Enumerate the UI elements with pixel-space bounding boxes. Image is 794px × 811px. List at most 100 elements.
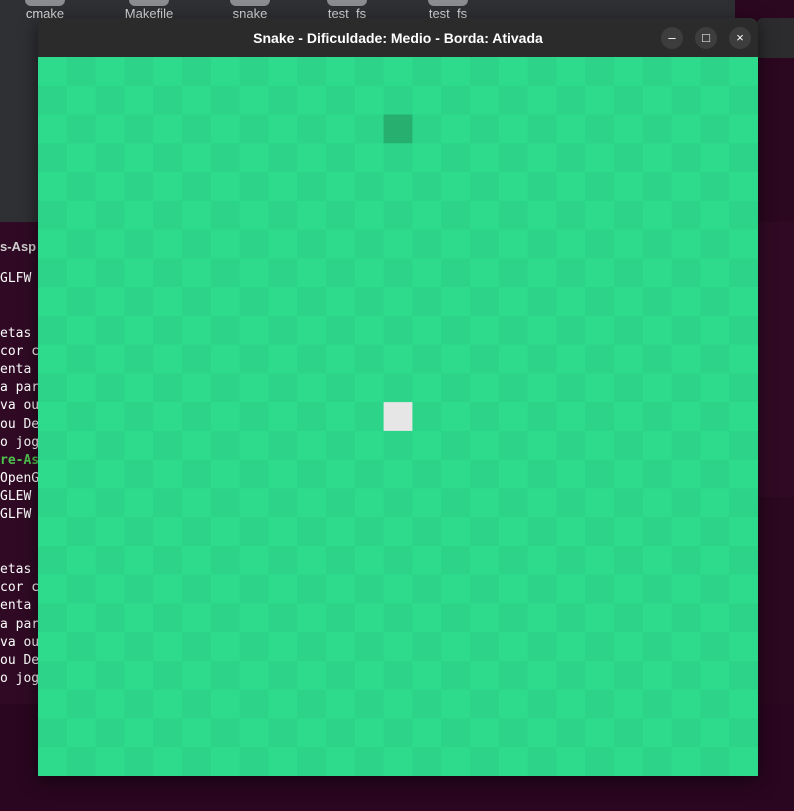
board-cell [700,172,730,202]
board-cell [153,747,183,776]
board-cell [268,718,298,748]
board-cell [383,574,413,604]
board-cell [95,287,125,317]
board-cell [124,57,154,87]
board-cell [614,229,644,259]
board-cell [729,229,758,259]
terminal-line: cor c [0,343,40,359]
board-cell [182,718,212,748]
board-cell [614,57,644,87]
board-cell [556,660,586,691]
board-cell [642,373,673,403]
board-cell [585,85,615,116]
board-cell [556,632,586,662]
board-cell [383,488,413,518]
board-cell [412,114,442,144]
minimize-button[interactable]: – [661,27,683,49]
board-cell [470,718,500,748]
board-cell [124,603,154,633]
board-cell [210,430,241,461]
board-cell [268,430,298,461]
board-cell [527,114,557,144]
board-cell [124,85,154,116]
board-cell [614,85,644,116]
board-cell [239,545,269,576]
game-board[interactable] [38,57,758,776]
terminal-line: a par [0,616,40,632]
board-cell [383,632,413,662]
board-cell [527,344,557,374]
board-cell [239,689,269,719]
board-cell [268,603,298,633]
board-cell [614,689,644,719]
board-cell [671,287,701,317]
board-cell [383,287,413,317]
board-cell [470,660,500,691]
board-cell [700,459,730,489]
board-cell [585,57,615,87]
board-cell [153,373,183,403]
board-cell [470,574,500,604]
board-cell [38,344,68,374]
board-cell [671,229,701,259]
board-cell [210,459,241,489]
board-cell [182,603,212,633]
board-cell [556,229,586,259]
board-cell [700,545,730,576]
board-cell [239,287,269,317]
board-cell [354,258,385,288]
board-cell [498,660,529,691]
board-cell [671,747,701,776]
board-cell [671,402,701,432]
board-cell [498,402,529,432]
maximize-button[interactable]: □ [695,27,717,49]
board-cell [153,315,183,346]
board-cell [498,545,529,576]
board-cell [470,85,500,116]
board-cell [153,229,183,259]
board-cell [182,258,212,288]
board-cell [297,517,327,547]
board-cell [124,545,154,576]
board-cell [124,718,154,748]
board-cell [239,57,269,87]
board-cell [470,258,500,288]
board-cell [527,258,557,288]
board-cell [642,517,673,547]
board-cell [182,459,212,489]
window-titlebar[interactable]: Snake - Dificuldade: Medio - Borda: Ativ… [38,18,758,57]
board-cell [354,689,385,719]
board-cell [527,488,557,518]
board-cell [124,287,154,317]
board-cell [124,488,154,518]
board-cell [124,459,154,489]
board-cell [729,315,758,346]
board-cell [66,143,97,173]
board-cell [585,632,615,662]
board-cell [66,517,97,547]
board-cell [297,603,327,633]
board-cell [729,373,758,403]
board-cell [268,689,298,719]
board-cell [729,689,758,719]
board-cell [268,315,298,346]
board-cell [239,603,269,633]
board-cell [354,574,385,604]
board-cell [642,287,673,317]
board-cell [297,200,327,231]
board-cell [38,747,68,776]
board-cell [441,747,471,776]
board-cell [441,229,471,259]
close-button[interactable]: × [729,27,751,49]
board-cell [268,143,298,173]
board-cell [239,632,269,662]
board-cell [412,747,442,776]
board-cell [441,172,471,202]
board-cell [527,632,557,662]
board-cell [614,545,644,576]
board-cell [66,632,97,662]
board-cell [556,747,586,776]
snake-window[interactable]: Snake - Dificuldade: Medio - Borda: Ativ… [38,18,758,776]
board-cell [556,373,586,403]
board-cell [642,632,673,662]
